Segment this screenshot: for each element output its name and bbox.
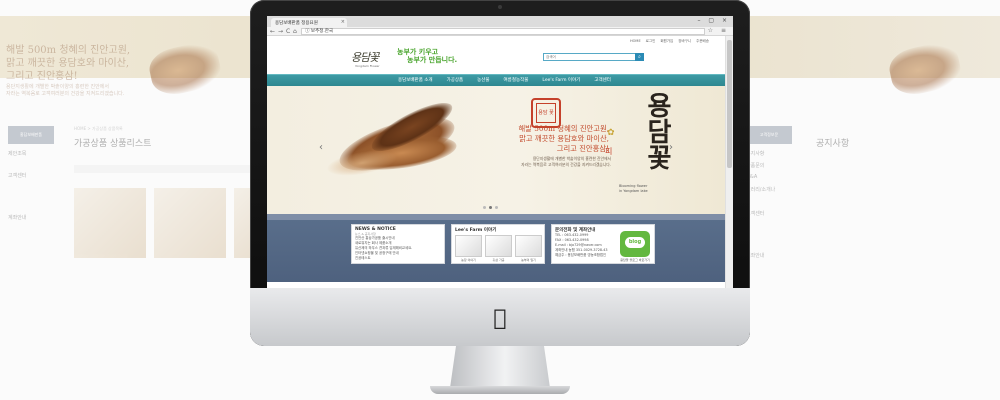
bg-page-title: 가공상품 상품리스트 — [74, 139, 152, 149]
search-input[interactable]: 검색어 — [543, 53, 637, 61]
notice-item[interactable]: 진공테스트 — [352, 256, 444, 261]
calligraphy-title: 용담꽃 — [642, 92, 672, 170]
story-thumbnail[interactable] — [515, 235, 542, 257]
bg-sidebar-item: 계좌안내 — [8, 215, 27, 221]
link-login[interactable]: 로그인 — [646, 39, 656, 44]
hero-slider: ‹ › 용담 꽃 해발 500m 청혜의 진안고원, 맑고 깨끗한 용담호와 마… — [267, 86, 725, 214]
browser-menu-icons[interactable]: ☆ ≡ — [708, 27, 729, 34]
bg-sidebar-item: 고객센터 — [8, 173, 27, 179]
page-scrollbar[interactable] — [725, 36, 733, 288]
story-title: Lee's Farm 이야기 — [455, 228, 497, 233]
slogan-line: 농부가 키우고 — [397, 48, 439, 56]
bg-sidebar-item: 갤러리/소개나 — [746, 187, 776, 193]
info-section: NEWS & NOTICE 뉴스 & 공지사항 진안산 홍삼가공품 출시안내 새… — [267, 214, 725, 288]
scrollbar-thumb[interactable] — [727, 40, 732, 168]
reload-icon[interactable]: C — [286, 28, 290, 35]
slider-dot[interactable] — [489, 206, 492, 209]
bg-product-thumb — [74, 188, 146, 258]
bg-sub-line: 자라는 역복음로 고객여러분의 건강을 지켜드리겠습니다. — [6, 91, 125, 97]
browser-window: 용담보배판품 정용요원 × – ▢ × ← → C ⌂ ⓘ 보추정.한국 ☆ ≡… — [267, 16, 733, 288]
section-band — [267, 214, 725, 220]
browser-tab-bar: 용담보배판품 정용요원 × – ▢ × — [267, 16, 733, 27]
back-arrow-icon[interactable]: ← — [270, 28, 275, 35]
ginseng-root-image — [885, 39, 965, 99]
window-controls[interactable]: – ▢ × — [697, 17, 730, 24]
bg-sidebar-head: 고객정보문 — [746, 126, 792, 144]
contact-card: 문의전화 및 계좌안내 TEL : 063-432-0999 FAX : 063… — [551, 224, 655, 264]
top-utility-links: HOME 로그인 회원가입 장바구니 주문배송 — [630, 39, 709, 44]
slogan-line: 농부가 만듭니다. — [407, 56, 458, 64]
sub-line: 자라는 역복음로 고객여러분의 건강을 지켜드리겠습니다. — [521, 162, 611, 167]
ginseng-root-image — [145, 39, 225, 99]
site-logo[interactable]: 용담꽃 Yongdam Flower — [351, 46, 395, 72]
story-card: Lee's Farm 이야기 농장 이야기 홍삼 가공 농부의 일기 — [451, 224, 545, 264]
bg-breadcrumb: HOME > 가공상품 상품목록 — [74, 126, 123, 131]
blog-badge-text: blog — [625, 237, 645, 248]
hero-composition: 해발 500m 청혜의 진안고원, 맑고 깨끗한 용담호와 마이산, 그리고 진… — [0, 0, 1000, 400]
bg-sidebar-item: 제안조목 — [8, 151, 27, 157]
search-icon[interactable]: ⌕ — [635, 53, 644, 61]
bg-headline-line: 해발 500m 청혜의 진안고원, — [6, 45, 131, 56]
forward-arrow-icon[interactable]: → — [278, 28, 283, 35]
link-home[interactable]: HOME — [630, 39, 641, 44]
apple-logo-icon:  — [488, 308, 512, 330]
browser-tab[interactable]: 용담보배판품 정용요원 × — [271, 18, 347, 27]
notice-title: NEWS & NOTICE — [355, 227, 396, 232]
hero-subtext: 용단지생활에 개별한 박솥이양의 홍련한 진안에서 자라는 역복음로 고객여러분… — [483, 156, 611, 168]
logo-wordmark: 용담꽃 — [351, 51, 379, 64]
notice-card: NEWS & NOTICE 뉴스 & 공지사항 진안산 홍삼가공품 출시안내 새… — [351, 224, 445, 264]
home-icon[interactable]: ⌂ — [293, 28, 297, 35]
tab-title: 용담보배판품 정용요원 — [275, 21, 318, 26]
close-icon[interactable]: × — [341, 19, 345, 25]
link-orders[interactable]: 주문배송 — [696, 39, 709, 44]
bg-sidebar-head: 홍담보배판품 — [8, 126, 54, 144]
bg-banner-headline: 해발 500m 청혜의 진안고원, 맑고 깨끗한 용담호와 마이산, 그리고 진… — [6, 44, 130, 83]
background-site-right: 고객정보문 공지사항 상품문의 Q&A 갤러리/소개나 고객센터 계좌안내 공지… — [740, 22, 1000, 322]
headline-line: 해발 500m 청혜의 진안고원, — [518, 124, 609, 133]
bg-headline-line: 그리고 진안홍삼! — [6, 71, 78, 82]
bg-sub-line: 용단지생활에 개별한 박솥이양의 홍련한 진안에서 — [6, 84, 109, 90]
address-bar[interactable]: ⓘ 보추정.한국 — [301, 28, 705, 35]
stamp-text: 용담 꽃 — [536, 103, 556, 123]
background-site-left: 해발 500m 청혜의 진안고원, 맑고 깨끗한 용담호와 마이산, 그리고 진… — [0, 22, 260, 322]
calligraphy-accent: 피 — [605, 147, 613, 156]
camera-icon — [498, 5, 502, 9]
link-cart[interactable]: 장바구니 — [678, 39, 691, 44]
story-thumbnail[interactable] — [485, 235, 512, 257]
thumb-label: 홍삼 가공 — [492, 258, 505, 262]
headline-line: 맑고 깨끗한 용담호와 마이산, — [519, 134, 609, 143]
contact-line: 예금주 : 용담보배판품 영농조합법인 — [555, 253, 607, 257]
main-navigation: 용담보배판품 소개 가공상품 농산물 여름철농작물 Lee's Farm 이야기… — [267, 74, 725, 86]
thumb-label: 농장 이야기 — [461, 258, 476, 262]
footer-strip — [267, 282, 725, 288]
logo-subtitle: Yongdam Flower — [355, 64, 380, 68]
slider-dot[interactable] — [495, 206, 498, 209]
flower-icon: ✿ — [607, 128, 615, 138]
site-slogan: 농부가 키우고 농부가 만듭니다. — [397, 48, 457, 64]
blog-icon[interactable]: blog — [620, 231, 650, 257]
bg-product-thumb — [154, 188, 226, 258]
imac-stand-foot — [430, 386, 570, 394]
hero-headline: 해발 500m 청혜의 진안고원, 맑고 깨끗한 용담호와 마이산, 그리고 진… — [481, 124, 609, 154]
story-thumbnail[interactable] — [455, 235, 482, 257]
bg-page-title: 공지사항 — [816, 139, 850, 149]
bg-tab-row — [74, 165, 254, 173]
imac-stand — [450, 346, 550, 388]
thumb-label: 농부의 일기 — [521, 258, 536, 262]
slider-dot[interactable] — [483, 206, 486, 209]
blog-link-label[interactable]: 용담꽃 블로그 바로가기 — [618, 258, 652, 262]
ginseng-root-image — [325, 94, 477, 192]
bg-banner-sub: 용단지생활에 개별한 박솥이양의 홍련한 진안에서 자라는 역복음로 고객여러분… — [6, 84, 124, 98]
bg-headline-line: 맑고 깨끗한 용담호와 마이산, — [6, 58, 130, 69]
slider-prev-arrow-icon[interactable]: ‹ — [319, 142, 323, 153]
slider-pagination — [483, 206, 498, 209]
browser-toolbar: ← → C ⌂ ⓘ 보추정.한국 ☆ ≡ — [267, 27, 733, 36]
hero-caption: Blooming flower in Yongdam lake — [619, 184, 648, 194]
caption-line: in Yongdam lake — [619, 189, 648, 193]
headline-line: 그리고 진안홍삼! — [556, 144, 609, 153]
website: HOME 로그인 회원가입 장바구니 주문배송 용담꽃 Yongdam Flow… — [267, 36, 725, 288]
link-join[interactable]: 회원가입 — [660, 39, 673, 44]
